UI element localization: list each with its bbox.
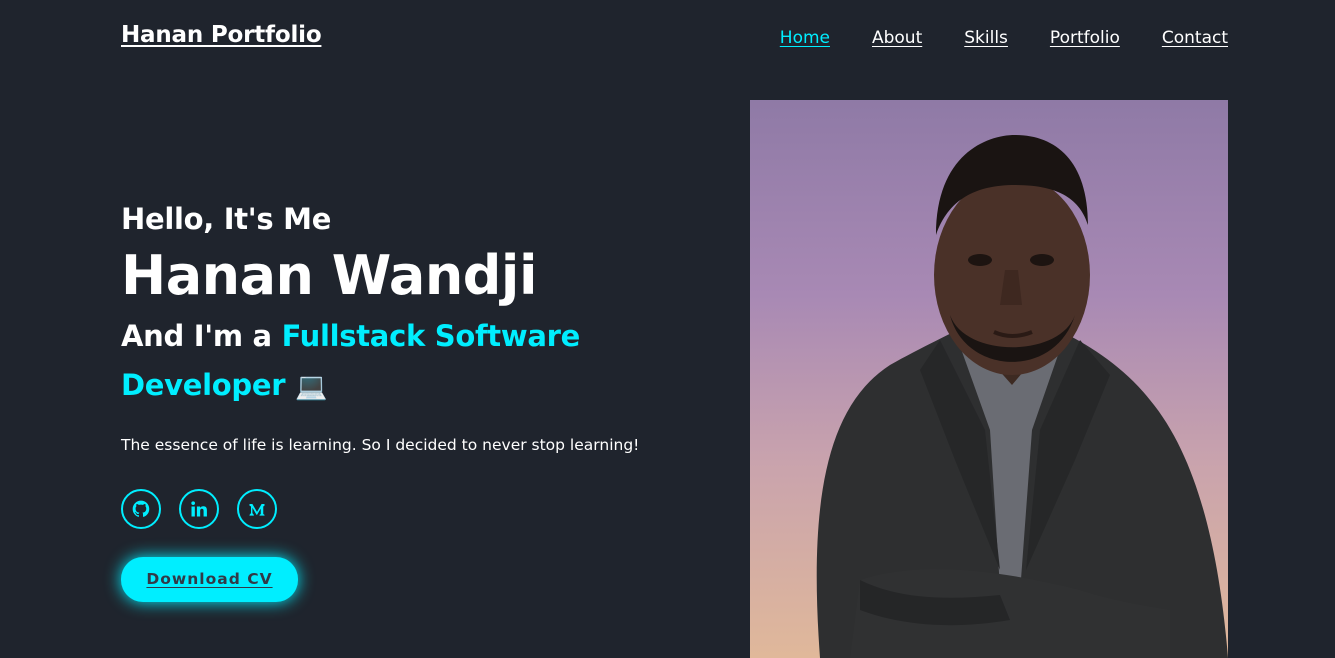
- hero-greeting: Hello, It's Me: [121, 202, 332, 236]
- hero-role-prefix: And I'm a: [121, 319, 282, 353]
- profile-photo: [750, 100, 1228, 658]
- nav-link-contact[interactable]: Contact: [1162, 28, 1228, 48]
- social-links: [121, 489, 721, 529]
- logo-link[interactable]: Hanan Portfolio: [121, 22, 322, 48]
- medium-link[interactable]: [237, 489, 277, 529]
- linkedin-link[interactable]: [179, 489, 219, 529]
- github-icon: [132, 500, 150, 517]
- site-header: Hanan Portfolio Home About Skills Portfo…: [0, 0, 1335, 80]
- hero-section: Hello, It's Me Hanan Wandji And I'm a Fu…: [121, 200, 721, 602]
- github-link[interactable]: [121, 489, 161, 529]
- hero-tagline: The essence of life is learning. So I de…: [121, 436, 640, 454]
- nav-link-about[interactable]: About: [872, 28, 922, 48]
- nav-link-home[interactable]: Home: [780, 28, 830, 48]
- hero-role-line: And I'm a Fullstack Software Developer 💻: [121, 312, 721, 412]
- linkedin-icon: [191, 501, 207, 517]
- medium-icon: [249, 504, 265, 516]
- main-nav: Home About Skills Portfolio Contact: [738, 28, 1228, 48]
- nav-link-portfolio[interactable]: Portfolio: [1050, 28, 1120, 48]
- profile-portrait-image: [816, 135, 1228, 658]
- nav-link-skills[interactable]: Skills: [964, 28, 1008, 48]
- hero-name: Hanan Wandji: [121, 244, 537, 307]
- laptop-icon: 💻: [295, 372, 328, 402]
- download-cv-button[interactable]: Download CV: [121, 557, 298, 602]
